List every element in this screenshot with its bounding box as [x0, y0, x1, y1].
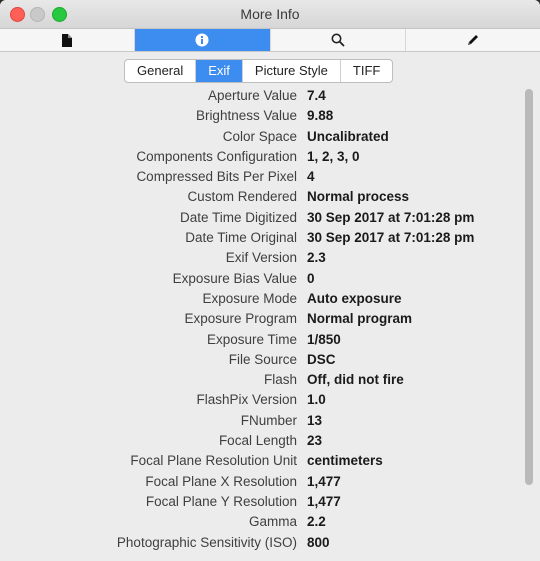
property-key: Brightness Value [195, 108, 297, 124]
property-row: File Source DSC [8, 350, 522, 370]
scrollbar-thumb[interactable] [525, 89, 533, 485]
property-value: 1/850 [307, 331, 341, 347]
property-value: 800 [307, 534, 330, 550]
property-row: Exposure Bias Value 0 [8, 269, 522, 289]
property-row: Color Space Uncalibrated [8, 127, 522, 147]
property-key: Custom Rendered [187, 189, 297, 205]
property-value: 4 [307, 169, 315, 185]
exif-properties-list[interactable]: Aperture Value 7.4 Brightness Value 9.88 Col… [8, 86, 522, 561]
tab-file-info[interactable] [0, 29, 136, 51]
property-value: Auto exposure [307, 290, 402, 306]
property-key: Exposure Program [184, 311, 297, 327]
property-value: 1,477 [307, 473, 341, 489]
property-row: Brightness Value 9.88 [8, 106, 522, 126]
property-row: Gamma 2.2 [8, 512, 522, 532]
pencil-icon [467, 35, 478, 45]
property-value: Normal program [307, 311, 413, 327]
property-value: Off, did not fire [307, 372, 404, 388]
property-key: FNumber [240, 412, 297, 428]
property-value: 2.3 [307, 250, 326, 266]
inspector-toolbar [0, 29, 540, 52]
property-row: Date Time Digitized 30 Sep 2017 at 7:01:2… [8, 208, 522, 228]
info-icon [195, 33, 209, 47]
property-row: Focal Length 23 [8, 431, 522, 451]
property-row: FlashPix Version 1.0 [8, 390, 522, 410]
more-info-window: More Info General Exif Picture Style TIF… [0, 0, 540, 561]
document-icon [62, 33, 73, 47]
property-key: Date Time Digitized [179, 209, 297, 225]
property-row: Exif Version 2.3 [8, 248, 522, 268]
property-key: Focal Plane Y Resolution [145, 493, 297, 509]
property-key: Date Time Original [185, 230, 297, 246]
property-key: Photographic Sensitivity (ISO) [116, 534, 297, 550]
property-value: 1, 2, 3, 0 [307, 148, 360, 164]
property-key: Focal Plane Resolution Unit [130, 453, 297, 469]
property-row: Exposure Time 1/850 [8, 330, 522, 350]
metadata-tabs: General Exif Picture Style TIFF [124, 59, 394, 83]
property-key: Components Configuration [136, 148, 297, 164]
property-key: Exposure Mode [202, 290, 297, 306]
tab-general[interactable]: General [125, 60, 197, 82]
property-value: 30 Sep 2017 at 7:01:28 pm [307, 209, 475, 225]
property-key: FlashPix Version [196, 392, 297, 408]
property-value: DSC [307, 351, 336, 367]
property-row: Focal Plane Resolution Unit centimeters [8, 451, 522, 471]
property-key: Flash [263, 372, 297, 388]
property-value: 23 [307, 433, 323, 449]
tab-edit[interactable] [406, 29, 540, 51]
property-key: Gamma [248, 514, 297, 530]
property-key: Exposure Time [206, 331, 297, 347]
search-icon [331, 33, 345, 47]
property-value: 1,477 [307, 493, 341, 509]
window-title: More Info [240, 6, 300, 22]
property-key: File Source [228, 351, 297, 367]
property-value: Uncalibrated [307, 128, 389, 144]
property-key: Compressed Bits Per Pixel [136, 169, 297, 185]
property-value: Normal process [307, 189, 410, 205]
tab-exif[interactable]: Exif [196, 60, 243, 82]
property-key: Focal Plane X Resolution [145, 473, 297, 489]
property-row: Date Time Original 30 Sep 2017 at 7:01:28… [8, 228, 522, 248]
property-row: Components Configuration 1, 2, 3, 0 [8, 147, 522, 167]
property-value: 30 Sep 2017 at 7:01:28 pm [307, 230, 475, 246]
property-row: Aperture Value 7.4 [8, 86, 522, 106]
property-value: 0 [307, 270, 315, 286]
scrollbar[interactable] [523, 86, 535, 561]
property-value: 7.4 [307, 88, 326, 103]
property-key: Color Space [222, 128, 297, 144]
property-row: Focal Plane Y Resolution 1,477 [8, 492, 522, 512]
property-key: Exif Version [225, 250, 297, 266]
property-value: 2.2 [307, 514, 326, 530]
property-value: 9.88 [307, 108, 334, 124]
title-bar[interactable]: More Info [0, 0, 540, 29]
property-key: Focal Length [218, 433, 297, 449]
property-row: Photographic Sensitivity (ISO) 800 [8, 533, 522, 553]
tab-search[interactable] [271, 29, 406, 51]
tab-picture-style[interactable]: Picture Style [243, 60, 341, 82]
tab-info[interactable] [135, 29, 271, 51]
property-row: Custom Rendered Normal process [8, 187, 522, 207]
property-value: 1.0 [307, 392, 326, 408]
property-row: Exposure Program Normal program [8, 309, 522, 329]
property-row: Focal Plane X Resolution 1,477 [8, 472, 522, 492]
property-key: Aperture Value [207, 88, 297, 103]
property-value: 13 [307, 412, 323, 428]
property-row: Flash Off, did not fire [8, 370, 522, 390]
property-row: Compressed Bits Per Pixel 4 [8, 167, 522, 187]
tab-tiff[interactable]: TIFF [341, 60, 392, 82]
property-row: Exposure Mode Auto exposure [8, 289, 522, 309]
property-value: centimeters [307, 453, 383, 469]
property-key: Exposure Bias Value [172, 270, 297, 286]
property-row: FNumber 13 [8, 411, 522, 431]
